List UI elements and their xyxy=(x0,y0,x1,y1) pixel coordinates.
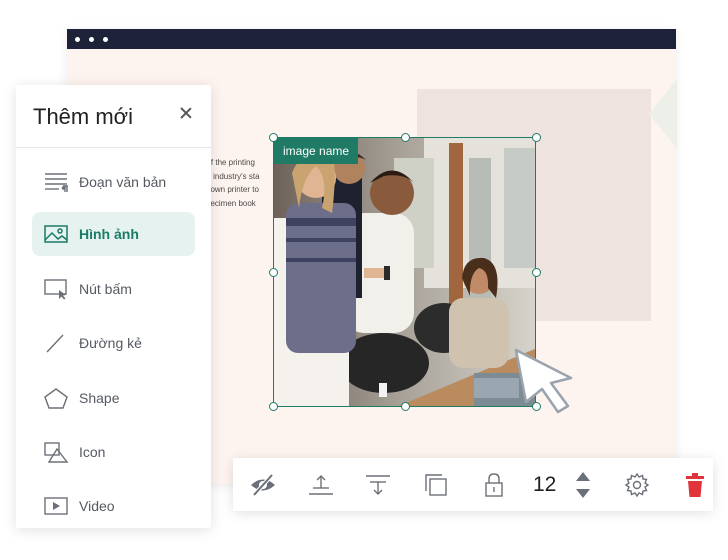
size-value[interactable]: 12 xyxy=(533,473,556,497)
trash-icon[interactable] xyxy=(680,470,710,500)
menu-item-label: Đoạn văn bản xyxy=(79,174,167,190)
menu-item-label: Video xyxy=(79,498,115,514)
menu-item-label: Shape xyxy=(79,390,120,406)
window-dot xyxy=(75,36,80,42)
photo-illustration xyxy=(274,138,535,406)
photo-team-meeting xyxy=(274,138,535,406)
align-top-icon[interactable] xyxy=(306,470,336,500)
menu-item-image[interactable]: Hình ảnh xyxy=(32,212,195,256)
button-icon xyxy=(42,277,70,301)
element-toolbar: 12 xyxy=(233,458,713,511)
image-icon xyxy=(42,222,70,246)
panel-header: Thêm mới xyxy=(16,85,211,148)
resize-handle-left[interactable] xyxy=(269,268,278,277)
menu-item-button[interactable]: Nút bấm xyxy=(32,267,195,311)
window-dot xyxy=(89,36,94,42)
hide-eye-icon[interactable] xyxy=(248,470,278,500)
pentagon-icon xyxy=(42,386,70,410)
settings-gear-icon[interactable] xyxy=(622,470,652,500)
canvas-text-block: t of the printing he industry's sta know… xyxy=(202,156,282,210)
decorative-shape xyxy=(649,79,677,149)
line-icon xyxy=(42,331,70,355)
mouse-cursor-icon xyxy=(506,340,606,425)
browser-title-bar xyxy=(67,29,676,49)
menu-item-line[interactable]: Đường kẻ xyxy=(32,321,195,365)
decrease-arrow xyxy=(576,489,590,498)
resize-handle-right[interactable] xyxy=(532,268,541,277)
image-name-tag: image name xyxy=(274,138,359,164)
selected-image[interactable]: image name xyxy=(269,133,541,411)
increase-arrow xyxy=(576,472,590,481)
canvas-text-line: specimen book xyxy=(202,198,256,208)
stepper-icon[interactable] xyxy=(568,470,598,500)
menu-item-label: Đường kẻ xyxy=(79,335,142,351)
paragraph-icon xyxy=(42,170,70,194)
menu-item-shape[interactable]: Shape xyxy=(32,376,195,420)
add-new-panel: Thêm mới Đoạn văn bản Hình ảnh Nút bấm Đ… xyxy=(16,85,211,528)
video-play-icon xyxy=(42,494,70,518)
resize-handle-top-left[interactable] xyxy=(269,133,278,142)
panel-title: Thêm mới xyxy=(33,104,133,129)
resize-handle-bottom[interactable] xyxy=(401,402,410,411)
menu-item-label: Icon xyxy=(79,444,106,460)
menu-item-label: Nút bấm xyxy=(79,281,132,297)
icon-shapes-icon xyxy=(42,440,70,464)
menu-item-icon[interactable]: Icon xyxy=(32,430,195,474)
close-icon[interactable] xyxy=(179,106,193,120)
window-dot xyxy=(103,36,108,42)
align-bottom-icon[interactable] xyxy=(363,470,393,500)
canvas-text-line: known printer to xyxy=(202,185,259,194)
resize-handle-bottom-left[interactable] xyxy=(269,402,278,411)
resize-handle-top-right[interactable] xyxy=(532,133,541,142)
menu-item-video[interactable]: Video xyxy=(32,484,195,528)
resize-handle-top[interactable] xyxy=(401,133,410,142)
menu-item-paragraph[interactable]: Đoạn văn bản xyxy=(32,160,195,204)
menu-item-label: Hình ảnh xyxy=(79,226,139,242)
canvas-text-line: t of the printing xyxy=(202,158,255,167)
lock-icon[interactable] xyxy=(479,470,509,500)
canvas-text-line: he industry's sta xyxy=(202,171,260,181)
duplicate-icon[interactable] xyxy=(421,470,451,500)
